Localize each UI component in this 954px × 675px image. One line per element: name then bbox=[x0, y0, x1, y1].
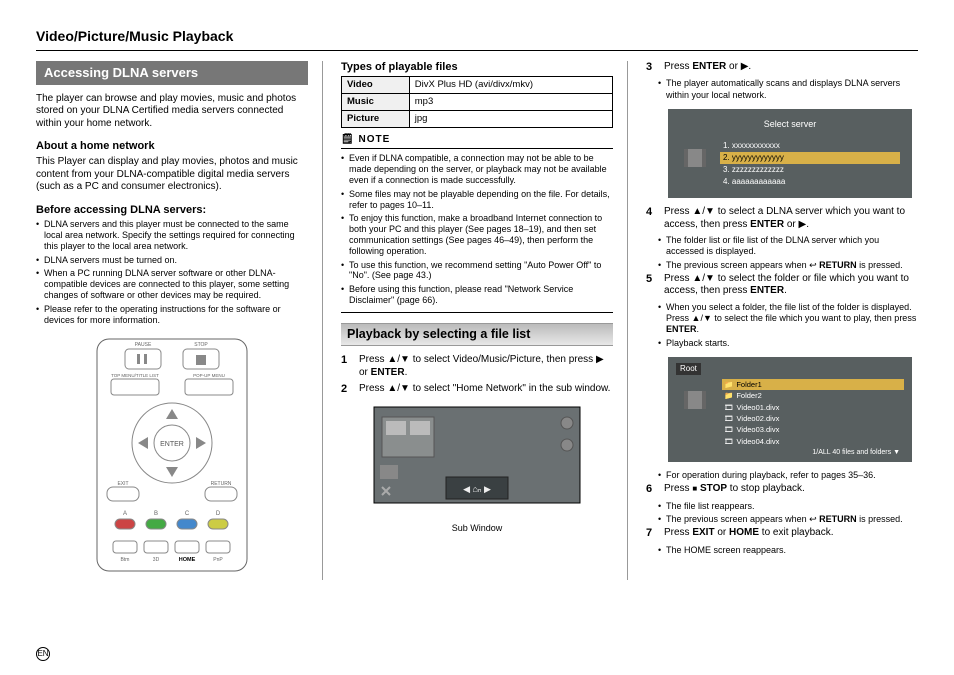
list-item: To enjoy this function, make a broadband… bbox=[341, 213, 613, 256]
before-head: Before accessing DLNA servers: bbox=[36, 204, 308, 218]
svg-text:Btm: Btm bbox=[121, 557, 130, 563]
note-rule bbox=[341, 148, 613, 149]
svg-text:D: D bbox=[216, 511, 221, 517]
list-item: When a PC running DLNA server software o… bbox=[36, 268, 308, 300]
step-3-sub: The player automatically scans and displ… bbox=[646, 78, 918, 101]
select-server-screen: Select server 1. xxxxxxxxxxxx 2. yyyyyyy… bbox=[668, 109, 912, 198]
table-row: Musicmp3 bbox=[342, 94, 613, 111]
server-row: 4. aaaaaaaaaaaa bbox=[720, 176, 900, 188]
step-6: 6Press ■ STOP to stop playback. bbox=[646, 483, 918, 497]
file-types-table: VideoDivX Plus HD (avi/divx/mkv) Musicmp… bbox=[341, 76, 613, 128]
step-5: 5Press ▲/▼ to select the folder or file … bbox=[646, 273, 918, 298]
step-7: 7Press EXIT or HOME to exit playback. bbox=[646, 527, 918, 541]
file-row: 📁Folder2 bbox=[722, 390, 904, 401]
after-screen2: For operation during playback, refer to … bbox=[646, 470, 918, 481]
svg-text:C: C bbox=[185, 511, 190, 517]
list-item: The previous screen appears when ↩ RETUR… bbox=[658, 514, 918, 525]
file-row: 🎞Video01.divx bbox=[722, 402, 904, 413]
sub-window-caption: Sub Window bbox=[341, 523, 613, 534]
page-header: Video/Picture/Music Playback bbox=[36, 28, 918, 46]
step-2: 2Press ▲/▼ to select "Home Network" in t… bbox=[341, 383, 613, 397]
list-item: Some files may not be playable depending… bbox=[341, 189, 613, 211]
section-band-dlna: Accessing DLNA servers bbox=[36, 61, 308, 85]
list-item: Playback starts. bbox=[658, 338, 918, 349]
table-row: VideoDivX Plus HD (avi/divx/mkv) bbox=[342, 77, 613, 94]
svg-text:3D: 3D bbox=[153, 557, 160, 563]
list-item: The HOME screen reappears. bbox=[658, 545, 918, 556]
column-3: 3Press ENTER or ▶. The player automatica… bbox=[646, 61, 918, 580]
list-item: The file list reappears. bbox=[658, 501, 918, 512]
svg-text:A: A bbox=[123, 511, 127, 517]
remote-control-diagram: PAUSE STOP TOP MENU/TITLE LIST POP-UP ME… bbox=[36, 335, 308, 580]
column-1: Accessing DLNA servers The player can br… bbox=[36, 61, 323, 580]
server-row: 1. xxxxxxxxxxxx bbox=[720, 140, 900, 152]
list-item: The previous screen appears when ↩ RETUR… bbox=[658, 260, 918, 271]
svg-text:ENTER: ENTER bbox=[160, 441, 184, 448]
svg-text:HOME: HOME bbox=[179, 557, 196, 563]
list-item: Before using this function, please read … bbox=[341, 284, 613, 306]
types-head: Types of playable files bbox=[341, 61, 613, 75]
step-6-sub: The file list reappears. The previous sc… bbox=[646, 501, 918, 526]
page-language-icon: EN bbox=[36, 647, 50, 661]
screen-title: Select server bbox=[680, 119, 900, 130]
step-4: 4Press ▲/▼ to select a DLNA server which… bbox=[646, 206, 918, 231]
file-count: 1/ALL 40 files and folders ▼ bbox=[676, 447, 904, 462]
step-3: 3Press ENTER or ▶. bbox=[646, 61, 918, 75]
list-item: The folder list or file list of the DLNA… bbox=[658, 235, 918, 258]
file-row: 🎞Video02.divx bbox=[722, 413, 904, 424]
svg-text:PnP: PnP bbox=[213, 557, 223, 563]
svg-text:B: B bbox=[154, 511, 158, 517]
table-row: Picturejpg bbox=[342, 111, 613, 128]
file-row: 📁Folder1 bbox=[722, 379, 904, 390]
before-list: DLNA servers and this player must be con… bbox=[36, 219, 308, 325]
file-list-screen: Root 📁Folder1 📁Folder2 🎞Video01.divx 🎞Vi… bbox=[668, 357, 912, 462]
root-label: Root bbox=[676, 363, 701, 375]
svg-text:PAUSE: PAUSE bbox=[135, 342, 152, 348]
svg-text:◀ ⌂ₙ ▶: ◀ ⌂ₙ ▶ bbox=[463, 484, 491, 494]
file-row: 🎞Video04.divx bbox=[722, 436, 904, 447]
step-4-sub: The folder list or file list of the DLNA… bbox=[646, 235, 918, 271]
note-list: Even if DLNA compatible, a connection ma… bbox=[341, 153, 613, 305]
svg-text:STOP: STOP bbox=[194, 342, 208, 348]
note-label: 🗒 NOTE bbox=[341, 134, 613, 147]
svg-text:POP-UP MENU: POP-UP MENU bbox=[193, 373, 225, 378]
section-band-playback: Playback by selecting a file list bbox=[341, 323, 613, 347]
list-item: DLNA servers and this player must be con… bbox=[36, 219, 308, 251]
about-network-head: About a home network bbox=[36, 140, 308, 154]
column-2: Types of playable files VideoDivX Plus H… bbox=[341, 61, 628, 580]
svg-text:TOP MENU/TITLE LIST: TOP MENU/TITLE LIST bbox=[111, 373, 159, 378]
columns: Accessing DLNA servers The player can br… bbox=[36, 61, 918, 580]
list-item: The player automatically scans and displ… bbox=[658, 78, 918, 101]
step-1: 1Press ▲/▼ to select Video/Music/Picture… bbox=[341, 354, 613, 379]
divider bbox=[341, 312, 613, 313]
list-item: For operation during playback, refer to … bbox=[658, 470, 918, 481]
step-7-sub: The HOME screen reappears. bbox=[646, 545, 918, 556]
header-rule bbox=[36, 50, 918, 51]
list-item: DLNA servers must be turned on. bbox=[36, 255, 308, 266]
svg-text:RETURN: RETURN bbox=[211, 481, 232, 487]
sub-window-diagram: ◀ ⌂ₙ ▶ Sub Window bbox=[341, 405, 613, 534]
file-row: 🎞Video03.divx bbox=[722, 424, 904, 435]
server-row: 2. yyyyyyyyyyyyy bbox=[720, 152, 900, 164]
list-item: Please refer to the operating instructio… bbox=[36, 304, 308, 326]
server-row: 3. zzzzzzzzzzzzz bbox=[720, 164, 900, 176]
list-item: When you select a folder, the file list … bbox=[658, 302, 918, 336]
step-5-sub: When you select a folder, the file list … bbox=[646, 302, 918, 349]
list-item: To use this function, we recommend setti… bbox=[341, 260, 613, 282]
about-network-text: This Player can display and play movies,… bbox=[36, 156, 308, 194]
list-item: Even if DLNA compatible, a connection ma… bbox=[341, 153, 613, 185]
intro-text: The player can browse and play movies, m… bbox=[36, 93, 308, 131]
svg-text:EXIT: EXIT bbox=[117, 481, 128, 487]
